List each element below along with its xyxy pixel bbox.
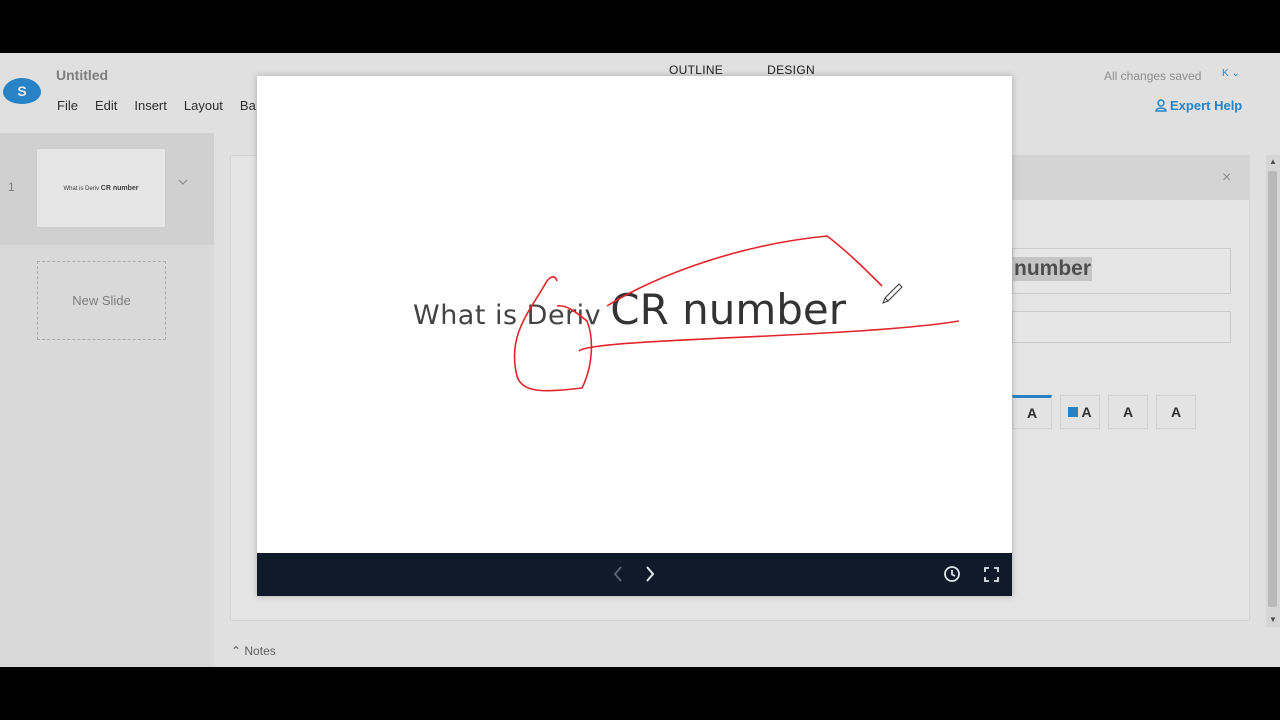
ink-stroke-underline (578, 320, 960, 352)
fullscreen-icon[interactable] (983, 566, 1000, 583)
chevron-right-icon[interactable] (644, 565, 656, 583)
pen-annotation-layer (513, 235, 960, 392)
player-control-bar (257, 553, 1012, 596)
pencil-icon (882, 283, 903, 304)
app-window: S Untitled File Edit Insert Layout Ba OU… (0, 53, 1280, 667)
clock-icon[interactable] (943, 565, 961, 583)
presentation-modal: What is Deriv CR number (257, 76, 1012, 596)
presentation-slide: What is Deriv CR number (257, 76, 1012, 553)
video-letterbox-top (0, 0, 1280, 53)
ink-stroke-loop (513, 276, 593, 392)
ink-stroke-arc (606, 235, 883, 307)
chevron-left-icon[interactable] (612, 565, 624, 583)
video-letterbox-bottom (0, 667, 1280, 720)
